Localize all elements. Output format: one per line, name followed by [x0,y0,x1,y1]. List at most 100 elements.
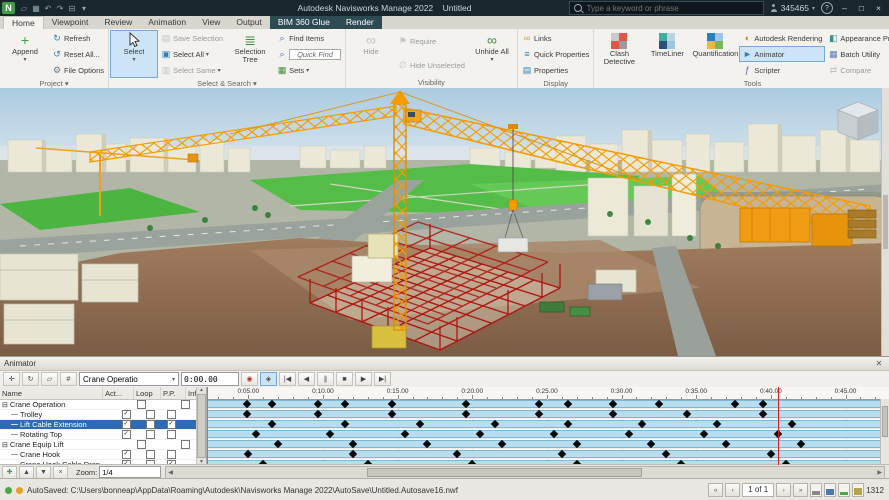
animator-row-trolley[interactable]: Trolley✓ [0,410,196,420]
reset-all-button[interactable]: ↺Reset All... [49,46,107,62]
animator-title-bar[interactable]: Animator ✕ [0,357,889,371]
autodesk-rendering-button[interactable]: ◐Autodesk Rendering [739,30,825,46]
pp-checkbox[interactable] [167,410,176,419]
act-checkbox[interactable]: ✓ [122,430,131,439]
append-button[interactable]: +Append▾ [1,30,49,78]
animator-close-icon[interactable]: ✕ [873,359,885,368]
viewcube[interactable] [838,102,878,140]
loop-checkbox[interactable] [146,420,155,429]
play-button[interactable]: ▶ [355,372,372,386]
scroll-right-icon[interactable]: ▶ [877,469,882,476]
animator-button[interactable]: ►Animator [739,46,825,62]
help-icon[interactable]: ? [821,2,833,14]
animator-row-lift-cable-extension[interactable]: Lift Cable Extension✓✓ [0,420,196,430]
animation-bar[interactable] [208,410,881,418]
animator-row-crane-hook[interactable]: Crane Hook✓ [0,450,196,460]
sets-button[interactable]: ▦Sets▾ [274,62,344,78]
move-up-button[interactable]: ▲ [19,466,34,479]
step-forward-button[interactable]: ▶| [374,372,391,386]
auto-key-toggle-button[interactable]: ◈ [260,372,277,386]
timeline-vertical-scrollbar[interactable] [880,399,889,465]
tab-animation[interactable]: Animation [140,16,194,29]
play-reverse-button[interactable]: ◀ [298,372,315,386]
previous-sheet-button[interactable]: ‹ [725,483,740,497]
delete-button[interactable]: × [53,466,68,479]
loop-checkbox[interactable] [146,410,155,419]
compare-button[interactable]: ⇄Compare [825,62,889,78]
first-sheet-button[interactable]: « [708,483,723,497]
capture-keyframe-button[interactable]: ◉ [241,372,258,386]
quick-find-button[interactable]: ⌕Quick Find [274,46,344,62]
scroll-up-icon[interactable]: ▲ [199,387,204,393]
quantification-button[interactable]: Quantification [691,30,739,78]
tree-vertical-scrollbar[interactable]: ▲ ▼ [196,387,207,465]
pp-checkbox[interactable] [167,450,176,459]
pause-button[interactable]: ∥ [317,372,334,386]
expand-collapse-icon[interactable]: ⊟ [2,441,8,449]
animator-row-crane-operation[interactable]: ⊟Crane Operation [0,400,196,410]
minimize-button[interactable]: – [836,0,853,16]
quick-properties-button[interactable]: ≡Quick Properties [519,46,592,62]
snapping-toggle-button[interactable]: # [60,372,77,386]
open-icon[interactable]: ▱ [18,4,30,13]
find-items-button[interactable]: ⌕Find Items [274,30,344,46]
selection-tree-button[interactable]: ≣Selection Tree [226,30,274,78]
loop-checkbox[interactable] [146,430,155,439]
batch-utility-button[interactable]: ▦Batch Utility [825,46,889,62]
links-button[interactable]: ∞Links [519,30,592,46]
scripter-button[interactable]: ƒScripter [739,62,825,78]
viewport-3d-scene[interactable] [0,88,889,356]
scene-picker-dropdown[interactable]: Crane Operatio ▾ [79,372,179,386]
save-selection-button[interactable]: ▤Save Selection [158,30,226,46]
scroll-left-icon[interactable]: ◀ [168,469,173,476]
animation-bar[interactable] [208,420,881,428]
pp-checkbox[interactable]: ✓ [167,420,176,429]
close-button[interactable]: × [870,0,887,16]
animation-bar[interactable] [208,450,881,458]
qat-dropdown-icon[interactable]: ▾ [78,4,90,13]
tab-viewpoint[interactable]: Viewpoint [44,16,97,29]
navisworks-logo-icon[interactable]: N [2,2,15,14]
loop-checkbox[interactable] [137,440,146,449]
animation-bar[interactable] [208,400,881,408]
redo-icon[interactable]: ↷ [54,4,66,13]
select-button[interactable]: Select▾ [110,30,158,78]
tab-view[interactable]: View [194,16,228,29]
save-icon[interactable]: ▦ [30,4,42,13]
timeliner-button[interactable]: TimeLiner [643,30,691,78]
unhide-all-button[interactable]: ∞Unhide All▾ [468,30,516,77]
translate-animation-set-button[interactable]: ✛ [3,372,20,386]
hide-unselected-button[interactable]: ∅Hide Unselected [395,57,468,73]
next-sheet-button[interactable]: › [776,483,791,497]
expand-collapse-icon[interactable]: ⊟ [2,401,8,409]
file-options-button[interactable]: ⚙File Options [49,62,107,78]
maximize-button[interactable]: □ [853,0,870,16]
tab-review[interactable]: Review [96,16,140,29]
search-input[interactable] [585,3,759,14]
rotate-animation-set-button[interactable]: ↻ [22,372,39,386]
act-checkbox[interactable]: ✓ [122,450,131,459]
add-animation-button[interactable]: ✚ [2,466,17,479]
refresh-button[interactable]: ↻Refresh [49,30,107,46]
inf-checkbox[interactable] [181,440,190,449]
zoom-input[interactable] [99,466,161,478]
loop-checkbox[interactable] [137,400,146,409]
tab-output[interactable]: Output [228,16,270,29]
timeline-playhead[interactable] [778,387,779,465]
account-menu[interactable]: 345465 ▾ [767,3,818,13]
timeline-horizontal-scrollbar[interactable]: ◀ ▶ [165,466,885,479]
act-checkbox[interactable]: ✓ [122,420,131,429]
require-button[interactable]: ⚑Require [395,34,468,50]
appearance-profiler-button[interactable]: ◧Appearance Profiler [825,30,889,46]
step-back-button[interactable]: |◀ [279,372,296,386]
select-all-button[interactable]: ▣Select All▾ [158,46,226,62]
tab-bim-360-glue[interactable]: BIM 360 Glue [270,16,338,29]
stop-button[interactable]: ■ [336,372,353,386]
viewport-3d[interactable] [0,88,889,356]
clash-detective-button[interactable]: Clash Detective [595,30,643,78]
viewport-scrollbar[interactable] [881,88,889,356]
animator-row-rotating-top[interactable]: Rotating Top✓ [0,430,196,440]
properties-button[interactable]: ▤Properties [519,62,592,78]
animator-timeline[interactable]: 0:05.000:10.000:15.000:20.000:25.000:30.… [207,387,889,465]
tab-render[interactable]: Render [338,16,382,29]
